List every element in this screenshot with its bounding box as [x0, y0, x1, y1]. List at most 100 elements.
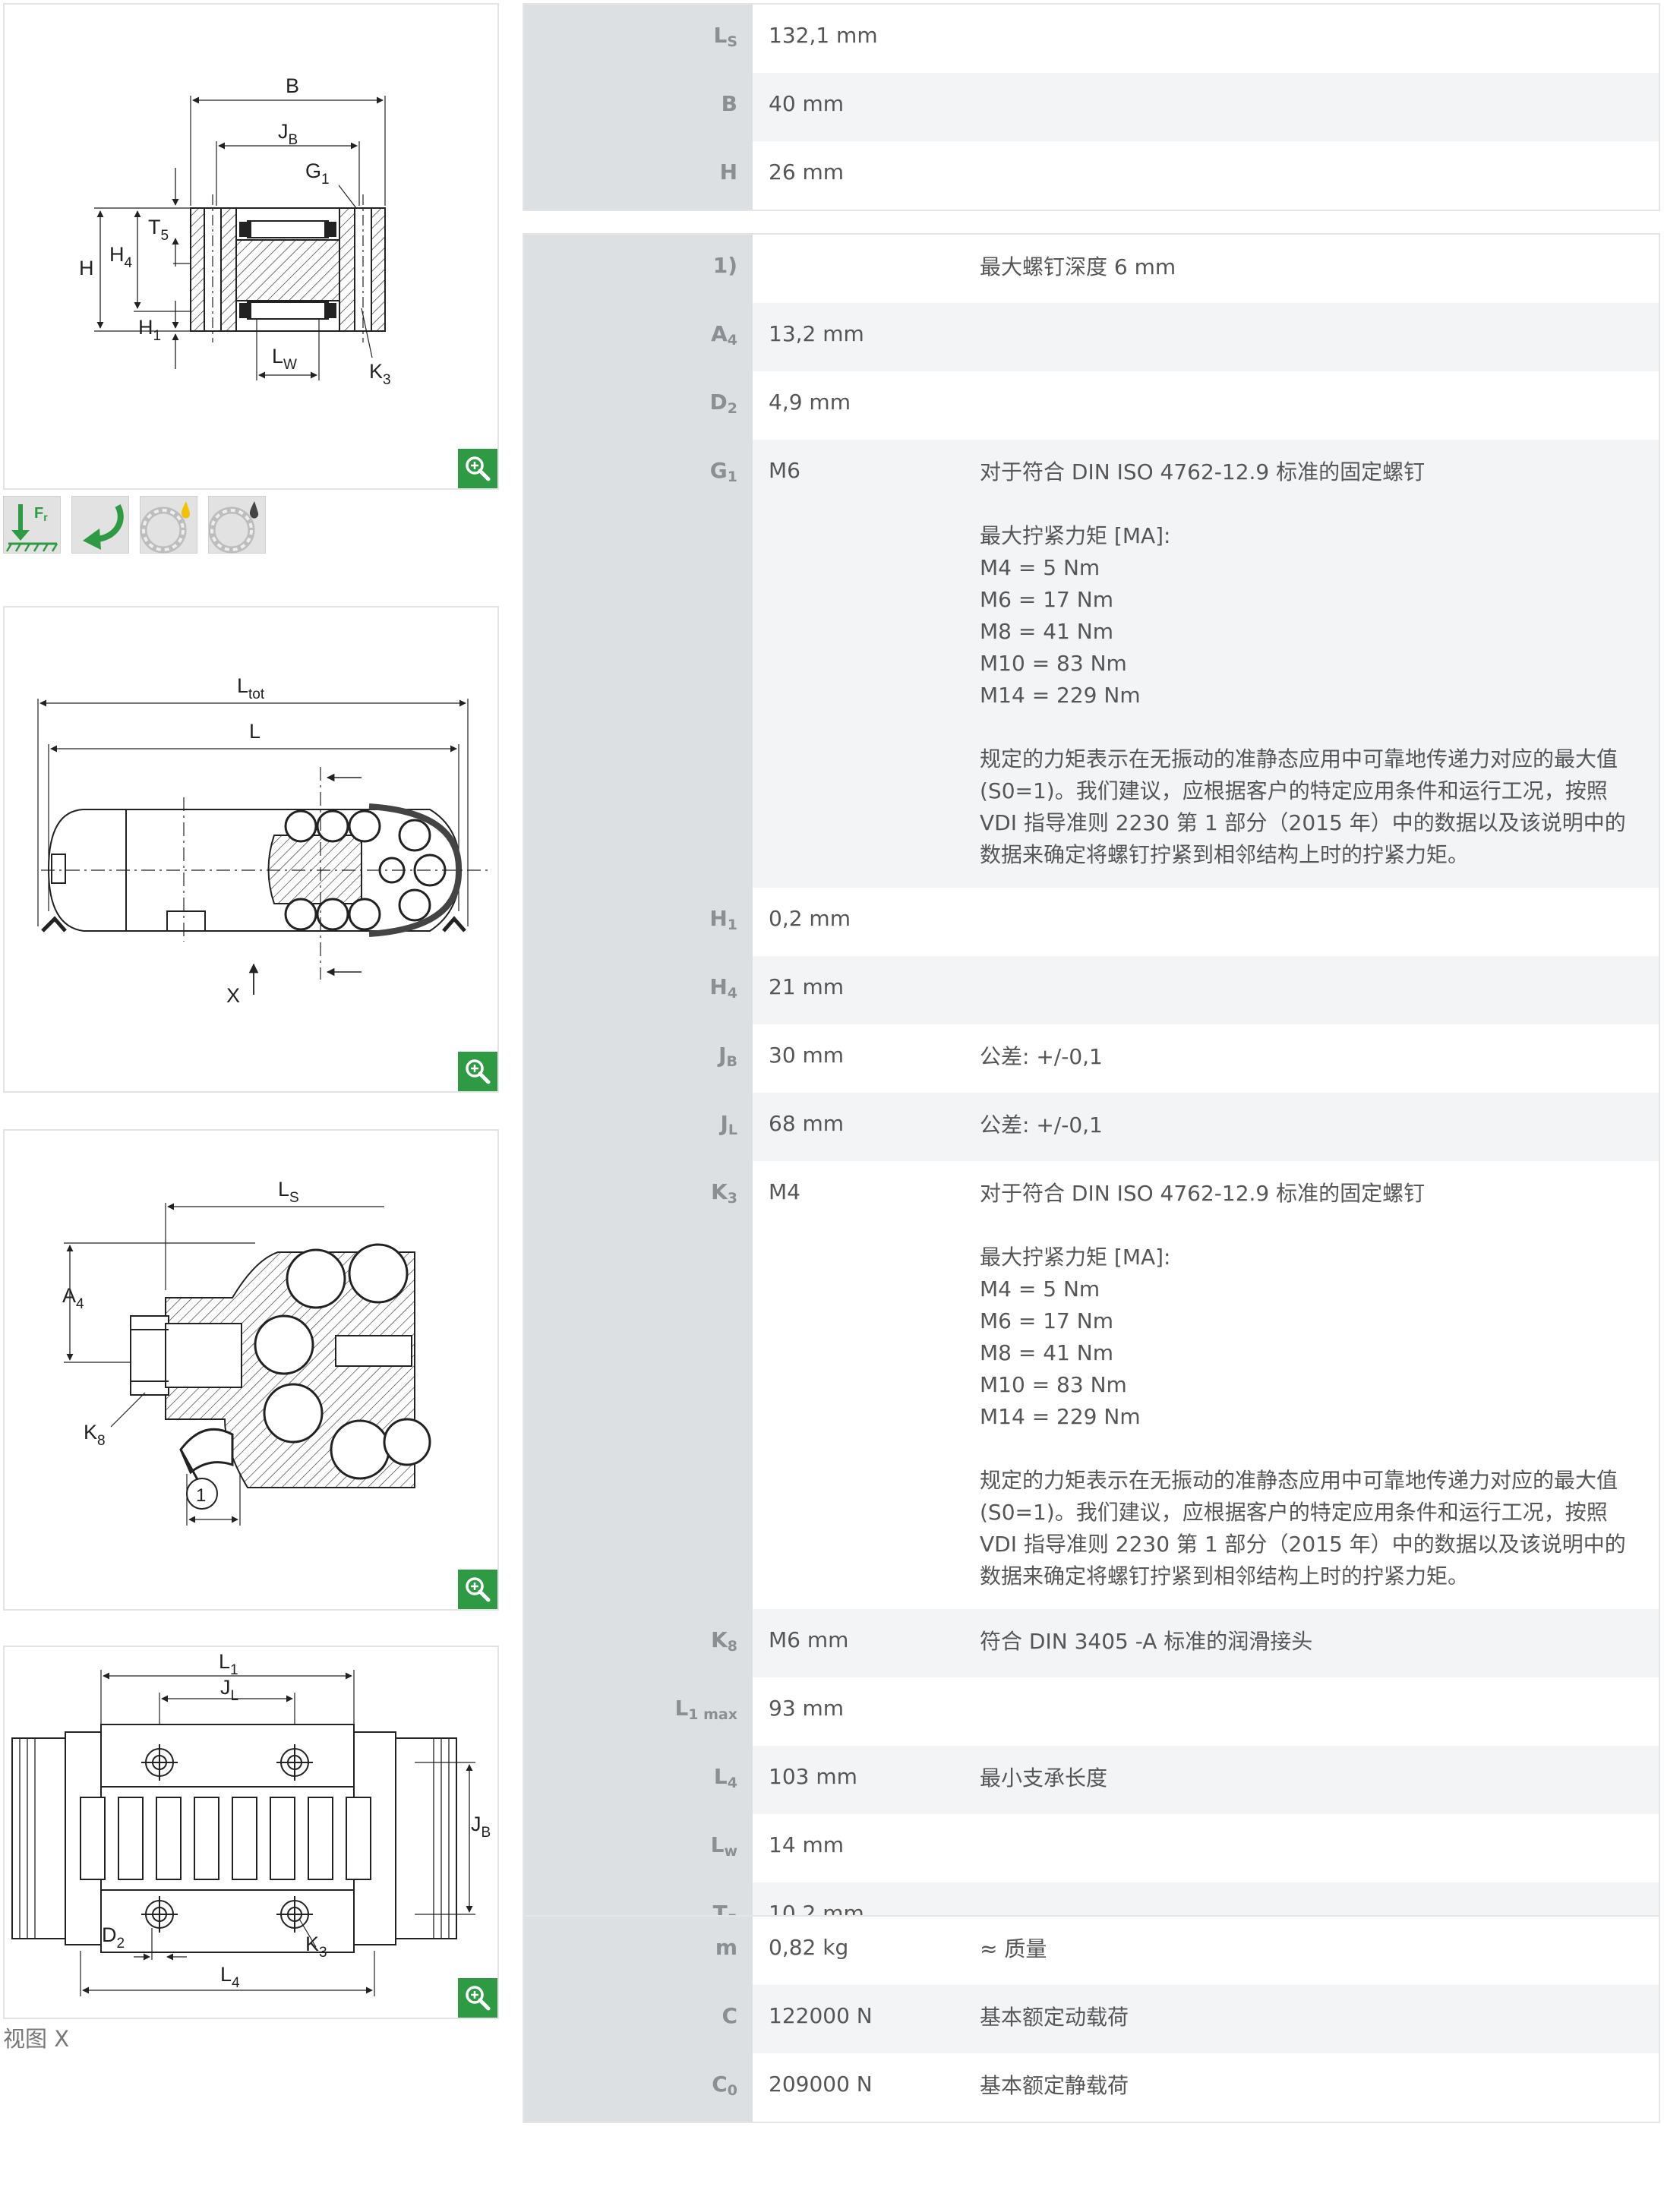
lubrication-detail-svg: LS A4 K8 1 — [62, 1178, 431, 1526]
table-row: 1) 最大螺钉深度 6 mm — [524, 235, 1659, 303]
table-row: K3 M4 对于符合 DIN ISO 4762-12.9 标准的固定螺钉 最大拧… — [524, 1161, 1659, 1609]
magnifier-icon — [466, 1986, 491, 2011]
label-LW-sub: W — [283, 357, 297, 373]
symbol-cell: Lw — [524, 1814, 753, 1882]
label-LS: L — [278, 1178, 289, 1201]
label-H1: H — [138, 316, 153, 339]
table-row: D2 4,9 mm — [524, 371, 1659, 440]
drawing-lubrication-detail: LS A4 K8 1 — [3, 1129, 499, 1611]
drawing-top-view: L1 JL JB D2 L4 K3 — [3, 1646, 499, 2019]
label-K3-sub: 3 — [383, 372, 391, 388]
table-row: H4 21 mm — [524, 956, 1659, 1024]
label-K3-sub: 3 — [319, 1945, 327, 1961]
symbol-cell: m — [524, 1917, 753, 1985]
symbol-cell: H1 — [524, 888, 753, 956]
svg-text:G1: G1 — [305, 159, 330, 188]
table-row: A4 13,2 mm — [524, 303, 1659, 371]
label-JL-sub: L — [231, 1688, 239, 1704]
table-row: H 26 mm — [524, 141, 1659, 210]
label-K3: K — [369, 360, 383, 383]
zoom-button[interactable] — [458, 1978, 497, 2018]
value-cell: 40 mm — [753, 73, 980, 141]
label-D2: D — [102, 1923, 117, 1946]
label-H1-sub: 1 — [153, 328, 162, 344]
table-row: m 0,82 kg ≈ 质量 — [524, 1917, 1659, 1985]
label-G1: G — [305, 159, 321, 182]
svg-text:H: H — [79, 257, 94, 279]
label-L1-sub: 1 — [230, 1662, 238, 1678]
note-cell — [980, 5, 1659, 73]
note-cell — [980, 888, 1659, 956]
symbol-cell: L1 max — [524, 1677, 753, 1746]
label-H4: H — [109, 243, 125, 266]
label-JB: J — [278, 120, 289, 143]
label-circle-1: 1 — [196, 1485, 206, 1506]
label-K8-sub: 8 — [97, 1433, 106, 1449]
value-cell: 209000 N — [753, 2053, 980, 2122]
label-JL: J — [220, 1676, 231, 1699]
svg-text:H1: H1 — [138, 316, 161, 344]
table-row: G1 M6 对于符合 DIN ISO 4762-12.9 标准的固定螺钉 最大拧… — [524, 440, 1659, 888]
value-cell: 122000 N — [753, 1985, 980, 2053]
zoom-button[interactable] — [458, 1570, 497, 1609]
symbol-cell: G1 — [524, 440, 753, 888]
zoom-button[interactable] — [458, 1052, 497, 1091]
fr-label: F — [34, 505, 43, 522]
label-L: L — [249, 720, 260, 743]
label-K8: K — [84, 1421, 97, 1444]
symbol-cell: K3 — [524, 1161, 753, 1609]
longitudinal-view-svg: Ltot L X — [37, 674, 491, 1007]
value-cell — [753, 235, 980, 303]
label-T5-sub: 5 — [161, 228, 169, 244]
svg-text:Ltot: Ltot — [237, 674, 265, 702]
table-row: L4 103 mm 最小支承长度 — [524, 1746, 1659, 1814]
symbol-cell: K8 — [524, 1609, 753, 1677]
svg-text:L1: L1 — [219, 1650, 238, 1678]
figure-caption: 视图 X — [3, 2026, 70, 2052]
value-cell: M4 — [753, 1161, 980, 1609]
label-L4-sub: 4 — [232, 1975, 240, 1991]
value-cell: 13,2 mm — [753, 303, 980, 371]
svg-text:X: X — [226, 984, 240, 1007]
label-L1: L — [219, 1650, 230, 1673]
label-Ltot-sub: tot — [248, 686, 265, 702]
note-cell — [980, 141, 1659, 210]
note-cell — [980, 956, 1659, 1024]
symbol-cell: C0 — [524, 2053, 753, 2122]
label-JB-sub: B — [289, 132, 298, 148]
rotation-arrow-icon — [71, 496, 129, 554]
svg-text:L: L — [249, 720, 260, 743]
properties-table: m 0,82 kg ≈ 质量 C 122000 N 基本额定动载荷 C0 209… — [523, 1915, 1660, 2123]
svg-text:H4: H4 — [109, 243, 133, 271]
value-cell: 30 mm — [753, 1024, 980, 1093]
symbol-cell: L4 — [524, 1746, 753, 1814]
label-A4: A — [62, 1284, 76, 1307]
label-D2-sub: 2 — [117, 1936, 125, 1952]
top-view-svg: L1 JL JB D2 L4 K3 — [11, 1650, 491, 1996]
label-L4: L — [220, 1963, 232, 1986]
note-cell: 基本额定静载荷 — [980, 2053, 1659, 2122]
svg-text:LS: LS — [278, 1178, 299, 1206]
note-cell: 公差: +/-0,1 — [980, 1093, 1659, 1161]
table-row: H1 0,2 mm — [524, 888, 1659, 956]
magnifier-icon — [466, 456, 491, 481]
table-row: L1 max 93 mm — [524, 1677, 1659, 1746]
note-cell: 符合 DIN 3405 -A 标准的润滑接头 — [980, 1609, 1659, 1677]
value-cell: 21 mm — [753, 956, 980, 1024]
note-cell — [980, 73, 1659, 141]
note-cell — [980, 1677, 1659, 1746]
value-cell: 26 mm — [753, 141, 980, 210]
symbol-cell: C — [524, 1985, 753, 2053]
symbol-cell: D2 — [524, 371, 753, 440]
label-T5: T — [148, 216, 161, 238]
label-Ltot: L — [237, 674, 248, 697]
svg-text:JB: JB — [278, 120, 298, 148]
value-cell: 0,82 kg — [753, 1917, 980, 1985]
zoom-button[interactable] — [458, 449, 497, 488]
svg-text:LW: LW — [272, 345, 297, 373]
value-cell: 0,2 mm — [753, 888, 980, 956]
label-JB: J — [471, 1813, 482, 1835]
note-cell: 基本额定动载荷 — [980, 1985, 1659, 2053]
magnifier-icon — [466, 1577, 491, 1602]
note-cell: 对于符合 DIN ISO 4762-12.9 标准的固定螺钉 最大拧紧力矩 [M… — [980, 440, 1659, 888]
